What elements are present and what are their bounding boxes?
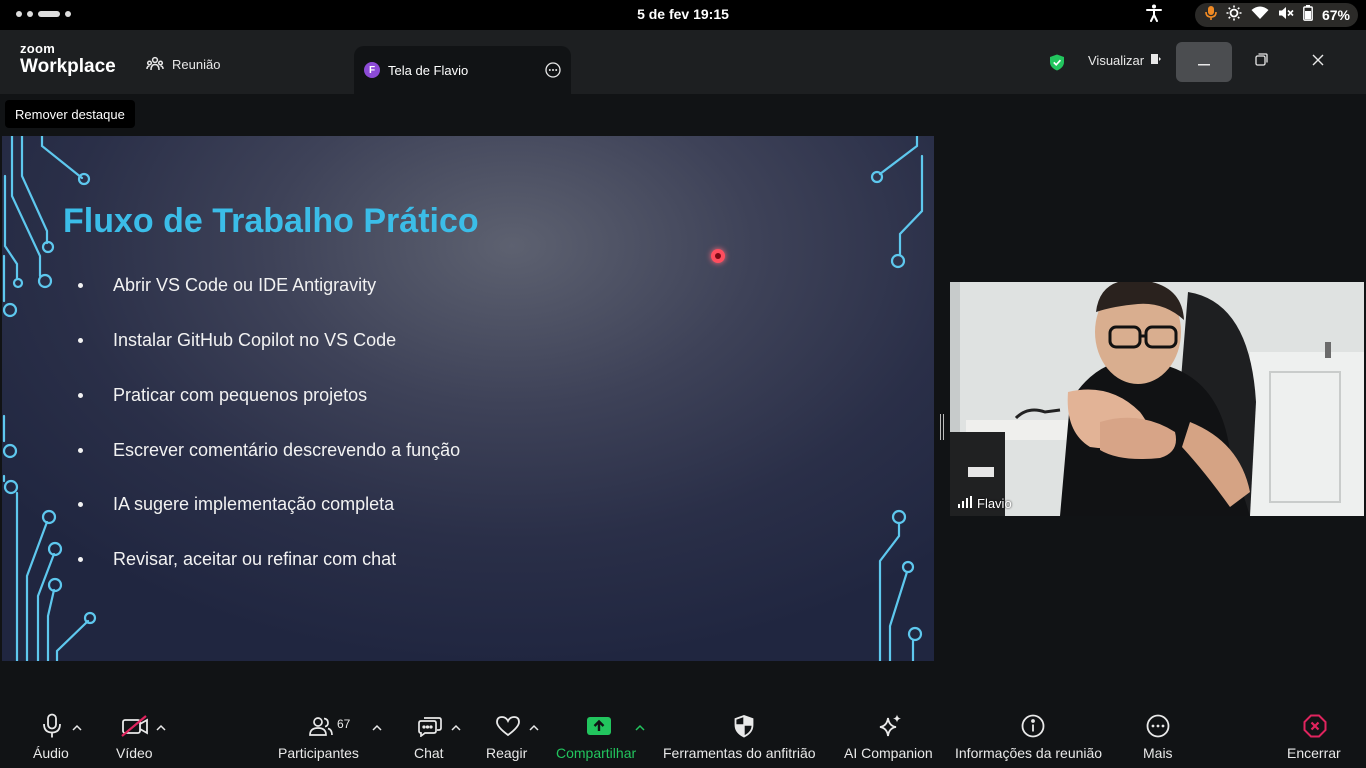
participants-count: 67 <box>337 717 351 731</box>
restore-button[interactable] <box>1247 48 1275 76</box>
video-button[interactable]: Vídeo <box>110 700 160 768</box>
participant-name-label: Flavio <box>958 496 1012 511</box>
system-indicators[interactable]: 67% <box>1194 3 1358 27</box>
react-button[interactable]: Reagir <box>484 700 532 768</box>
ai-companion-button[interactable]: AI Companion <box>842 700 938 768</box>
brightness-icon <box>1226 5 1242 26</box>
host-shield-icon <box>732 712 756 740</box>
more-button[interactable]: Mais <box>1138 700 1178 768</box>
more-options-icon[interactable] <box>545 62 561 81</box>
bullet-dot <box>78 393 83 398</box>
restore-icon <box>1254 53 1268 71</box>
laser-pointer <box>711 249 725 263</box>
presenter-avatar: F <box>364 62 380 78</box>
participant-name: Flavio <box>977 496 1012 511</box>
video-off-icon <box>120 712 150 740</box>
audio-button[interactable]: Áudio <box>28 700 76 768</box>
accessibility-icon[interactable] <box>1145 4 1163 27</box>
zoom-workplace-logo: zoom Workplace <box>20 41 116 77</box>
microphone-active-icon <box>1205 5 1217 26</box>
view-layout-icon <box>1150 53 1162 68</box>
end-meeting-button[interactable]: Encerrar <box>1282 700 1348 768</box>
react-options-chevron-icon[interactable] <box>529 718 539 731</box>
meeting-info-button[interactable]: Informações da reunião <box>954 700 1112 768</box>
meeting-toolbar: Áudio Vídeo 67 Participantes Chat Reagir <box>0 700 1366 768</box>
share-screen-button[interactable]: Compartilhar <box>554 700 644 768</box>
participant-video-tile[interactable]: Flavio <box>950 282 1364 516</box>
chat-options-chevron-icon[interactable] <box>451 718 461 731</box>
bullet-dot <box>78 502 83 507</box>
webcam-feed <box>950 282 1364 516</box>
minimize-button[interactable] <box>1176 42 1232 82</box>
tab-meeting[interactable]: Reunião <box>146 52 220 76</box>
zoom-title-bar: zoom Workplace Reunião F Tela de Flavio … <box>0 30 1366 94</box>
chat-button[interactable]: Chat <box>410 700 450 768</box>
participants-icon <box>308 712 334 740</box>
sparkle-icon <box>876 712 904 740</box>
remove-highlight-button[interactable]: Remover destaque <box>5 100 135 128</box>
info-icon <box>1020 712 1046 740</box>
wifi-icon <box>1251 6 1269 25</box>
meeting-icon <box>146 54 164 75</box>
heart-icon <box>493 712 523 740</box>
end-call-icon <box>1302 712 1328 740</box>
bullet-dot <box>78 283 83 288</box>
slide-title: Fluxo de Trabalho Prático <box>63 202 479 240</box>
bullet-dot <box>78 338 83 343</box>
volume-muted-icon <box>1278 6 1294 25</box>
more-dots-icon <box>1145 712 1171 740</box>
view-button[interactable]: Visualizar <box>1088 53 1162 68</box>
audio-options-chevron-icon[interactable] <box>72 718 82 731</box>
bullet-dot <box>78 557 83 562</box>
split-resize-handle[interactable] <box>940 414 944 440</box>
participants-options-chevron-icon[interactable] <box>372 718 382 731</box>
status-right: 67% <box>1145 3 1358 27</box>
battery-icon <box>1303 4 1313 26</box>
share-screen-icon <box>585 712 613 740</box>
microphone-icon <box>40 712 64 740</box>
close-icon <box>1312 53 1324 71</box>
chat-icon <box>416 712 444 740</box>
share-options-chevron-icon[interactable] <box>635 718 645 731</box>
encryption-shield-icon[interactable] <box>1049 54 1065 76</box>
shared-screen-slide: Fluxo de Trabalho Prático Abrir VS Code … <box>2 136 934 661</box>
host-tools-button[interactable]: Ferramentas do anfitrião <box>662 700 826 768</box>
close-button[interactable] <box>1304 48 1332 76</box>
tab-shared-screen[interactable]: F Tela de Flavio <box>354 46 571 94</box>
tab-shared-screen-label: Tela de Flavio <box>388 62 469 78</box>
view-label: Visualizar <box>1088 53 1145 68</box>
participants-button[interactable]: 67 Participantes <box>276 700 366 768</box>
connection-signal-icon <box>958 496 972 511</box>
video-options-chevron-icon[interactable] <box>156 718 166 731</box>
battery-percent: 67% <box>1321 7 1350 23</box>
system-status-bar: 5 de fev 19:15 67% <box>0 0 1366 30</box>
bullet-dot <box>78 448 83 453</box>
minimize-icon <box>1198 53 1210 71</box>
tab-meeting-label: Reunião <box>172 56 221 72</box>
